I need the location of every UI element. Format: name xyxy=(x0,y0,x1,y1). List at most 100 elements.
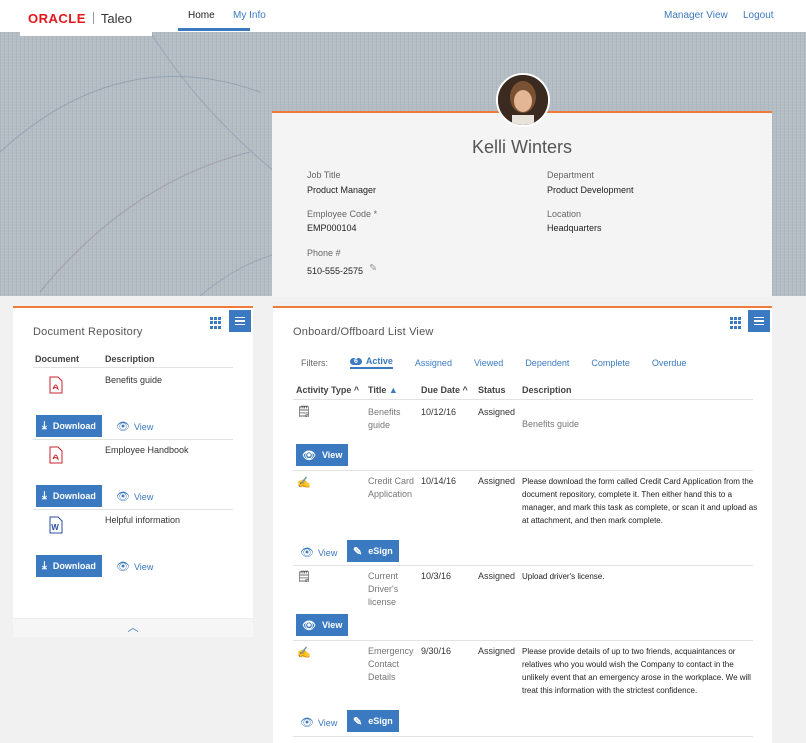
download-button[interactable]: ⤓ Download xyxy=(36,555,102,577)
title-line: Benefits xyxy=(368,407,401,417)
nav-manager-view[interactable]: Manager View xyxy=(664,10,728,21)
filters-label: Filters: xyxy=(301,357,328,368)
col-title-label: Title xyxy=(368,385,387,395)
menu-icon[interactable] xyxy=(748,310,770,332)
title-line: Credit Card xyxy=(368,476,415,486)
form-icon: 🗒 xyxy=(297,571,311,583)
filter-dependent[interactable]: Dependent xyxy=(525,358,569,368)
job-title-value: Product Manager xyxy=(307,185,377,195)
eye-icon: 👁 xyxy=(116,421,130,433)
title-line: Details xyxy=(368,672,396,682)
col-due-date[interactable]: Due Date ^ xyxy=(421,385,468,395)
view-link[interactable]: 👁 View xyxy=(300,716,337,729)
grid-icon[interactable] xyxy=(730,317,742,329)
download-button[interactable]: ⤓ Download xyxy=(36,485,102,507)
filter-overdue[interactable]: Overdue xyxy=(652,358,687,368)
col-title[interactable]: Title ▲ xyxy=(368,385,398,395)
view-link[interactable]: 👁 View xyxy=(116,560,153,573)
col-due-date-label: Due Date xyxy=(421,385,461,395)
view-label: View xyxy=(321,620,343,630)
description-line: Benefits guide xyxy=(522,419,580,429)
nav-my-info[interactable]: My Info xyxy=(233,10,266,21)
logo-divider xyxy=(92,12,94,24)
avatar xyxy=(496,73,550,127)
view-button[interactable]: 👁 View xyxy=(296,614,349,636)
filter-active[interactable]: 6 Active xyxy=(350,356,393,369)
pdf-icon xyxy=(49,446,63,464)
onboard-list-panel: Onboard/Offboard List View Filters: 6 Act… xyxy=(273,306,772,743)
row-description: Please download the form called Credit C… xyxy=(522,475,757,527)
row-due-date: 9/30/16 xyxy=(421,646,452,656)
view-label: View xyxy=(133,421,154,432)
avatar-image xyxy=(498,75,548,125)
divider xyxy=(293,399,753,400)
esign-button[interactable]: ✎ eSign xyxy=(347,710,399,732)
download-button[interactable]: ⤓ Download xyxy=(36,415,102,437)
filter-viewed[interactable]: Viewed xyxy=(474,358,503,368)
document-description: Employee Handbook xyxy=(105,445,189,455)
eye-icon: 👁 xyxy=(300,547,314,559)
row-status: Assigned xyxy=(478,407,516,417)
svg-text:W: W xyxy=(51,523,59,532)
col-status: Status xyxy=(478,385,506,395)
oracle-taleo-logo[interactable]: ORACLE Taleo xyxy=(20,0,152,36)
edit-icon: ✍ xyxy=(297,647,311,659)
download-label: Download xyxy=(52,421,96,431)
description-line: treat this information with the strictes… xyxy=(522,686,698,695)
word-icon: W xyxy=(49,516,63,534)
eye-icon: 👁 xyxy=(116,491,130,503)
description-line: Please download the form called Credit C… xyxy=(522,477,754,486)
taleo-wordmark: Taleo xyxy=(100,10,132,26)
filter-complete[interactable]: Complete xyxy=(591,358,630,368)
description-line: relatives who you would wish the Company… xyxy=(522,660,734,669)
description-line: document repository, complete it. Then e… xyxy=(522,490,733,499)
chevron-up-icon: ︿ xyxy=(127,622,139,634)
title-line: Driver's xyxy=(368,584,399,594)
oracle-wordmark: ORACLE xyxy=(28,10,86,26)
form-icon: 🗒 xyxy=(297,406,311,418)
view-link[interactable]: 👁 View xyxy=(300,546,337,559)
row-title: Credit Card Application xyxy=(368,475,414,501)
nav-home-active-indicator xyxy=(178,28,250,31)
nav-logout[interactable]: Logout xyxy=(743,10,774,21)
row-description: Benefits guide xyxy=(522,418,579,431)
eye-icon: 👁 xyxy=(302,619,316,632)
document-description: Helpful information xyxy=(105,515,181,525)
col-description: Description xyxy=(522,385,572,395)
view-link[interactable]: 👁 View xyxy=(116,490,153,503)
esign-button[interactable]: ✎ eSign xyxy=(347,540,399,562)
phone-value: 510-555-2575 xyxy=(307,266,364,276)
view-label: View xyxy=(317,717,338,728)
filter-assigned[interactable]: Assigned xyxy=(415,358,452,368)
sort-asc-icon: ▲ xyxy=(388,385,398,395)
col-activity-type[interactable]: Activity Type ^ xyxy=(296,385,359,395)
location-label: Location xyxy=(547,209,582,219)
view-label: View xyxy=(321,450,343,460)
esign-icon: ✎ xyxy=(353,715,363,728)
employee-code-label: Employee Code * xyxy=(307,209,377,219)
description-line: Please provide details of up to two frie… xyxy=(522,647,736,656)
view-button[interactable]: 👁 View xyxy=(296,444,349,466)
edit-icon: ✍ xyxy=(297,477,311,489)
view-link[interactable]: 👁 View xyxy=(116,420,153,433)
row-due-date: 10/12/16 xyxy=(421,407,457,417)
nav-home[interactable]: Home xyxy=(188,10,215,21)
eye-icon: 👁 xyxy=(116,561,130,573)
collapse-button[interactable]: ︿ xyxy=(13,618,253,637)
row-due-date: 10/3/16 xyxy=(421,571,452,581)
document-repository-panel: Document Repository Document Description… xyxy=(13,306,253,637)
pencil-icon[interactable]: ✎ xyxy=(369,263,377,274)
grid-icon[interactable] xyxy=(210,317,222,329)
employee-code-value: EMP000104 xyxy=(307,223,357,233)
menu-icon[interactable] xyxy=(229,310,251,332)
divider xyxy=(33,439,233,440)
department-label: Department xyxy=(547,170,595,180)
department-value: Product Development xyxy=(547,185,634,195)
employee-code-label-text: Employee Code xyxy=(307,209,372,219)
description-line: at attachment, and then mark complete. xyxy=(522,516,663,525)
pdf-icon xyxy=(49,376,63,394)
row-status: Assigned xyxy=(478,646,516,656)
divider xyxy=(33,367,233,368)
profile-card: Kelli Winters Job Title Product Manager … xyxy=(272,111,772,297)
esign-label: eSign xyxy=(368,546,393,556)
